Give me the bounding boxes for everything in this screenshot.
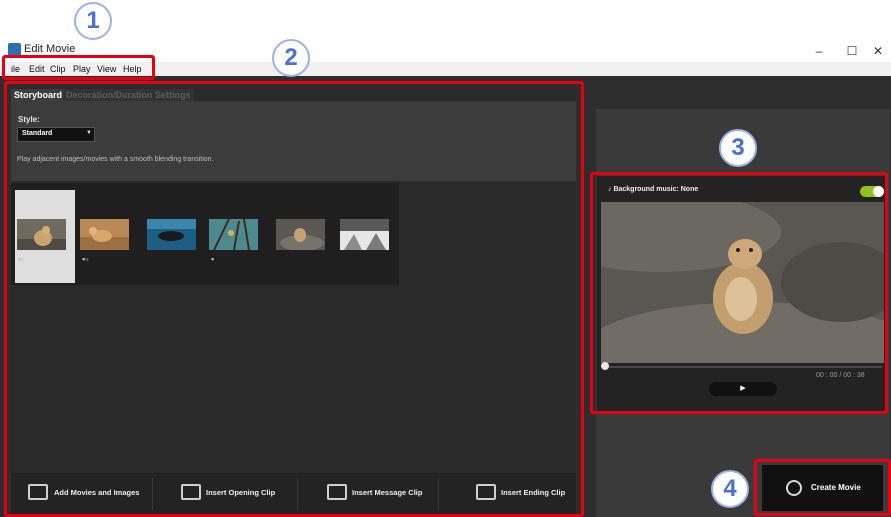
callout-frame-storyboard bbox=[4, 81, 584, 517]
minimize-button[interactable]: – bbox=[805, 42, 833, 60]
callout-frame-menu bbox=[2, 55, 155, 80]
callout-frame-preview bbox=[590, 172, 888, 414]
maximize-button[interactable]: ☐ bbox=[838, 42, 866, 60]
window-title: Edit Movie bbox=[24, 43, 76, 55]
callout-badge-3: 3 bbox=[719, 129, 757, 167]
callout-frame-create-movie bbox=[754, 459, 891, 516]
callout-badge-2: 2 bbox=[272, 39, 310, 77]
callout-badge-4: 4 bbox=[711, 470, 749, 508]
close-button[interactable]: ✕ bbox=[864, 42, 891, 60]
callout-badge-1: 1 bbox=[74, 2, 112, 40]
